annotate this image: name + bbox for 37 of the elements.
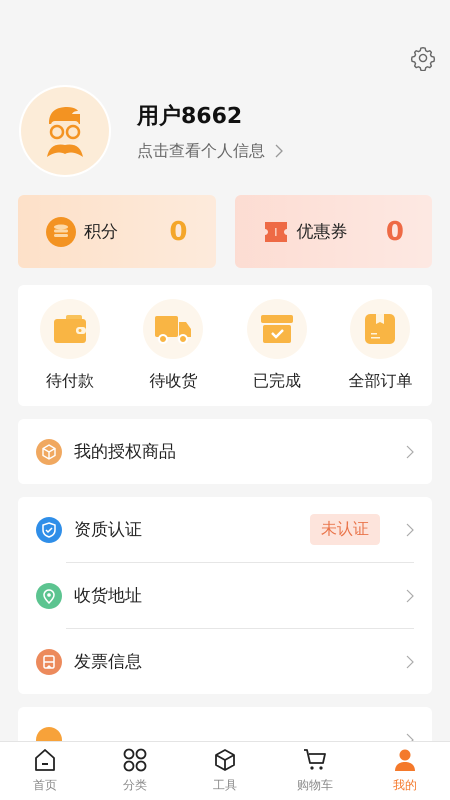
menu-item[interactable]: 资质认证 未认证	[36, 497, 414, 562]
order-status-button[interactable]: 待付款	[24, 299, 115, 392]
menu-item[interactable]: 我的授权商品	[36, 419, 414, 484]
stat-label: 优惠券	[296, 221, 348, 243]
chevron-right-icon	[406, 522, 414, 536]
chevron-right-icon	[275, 144, 283, 158]
grid-icon	[123, 748, 147, 772]
stat-value: 0	[386, 216, 404, 246]
cube-icon	[213, 748, 237, 772]
cart-icon	[303, 748, 327, 772]
order-status-button[interactable]: 待收货	[128, 299, 218, 392]
menu-item[interactable]: 发票信息	[36, 629, 414, 694]
person-icon	[393, 748, 417, 772]
chevron-right-icon	[406, 654, 414, 668]
menu-item[interactable]: 收货地址	[36, 563, 414, 628]
tab[interactable]: 工具	[180, 742, 270, 800]
truck-icon	[154, 313, 192, 345]
tab[interactable]: 首页	[0, 742, 90, 800]
chevron-right-icon	[406, 444, 414, 458]
stat-card[interactable]: 优惠券 0	[234, 195, 432, 268]
stat-value: 0	[169, 216, 188, 246]
chevron-right-icon	[406, 588, 414, 602]
tab[interactable]: 购物车	[270, 742, 360, 800]
status-badge: 未认证	[310, 514, 380, 545]
stat-card[interactable]: 积分 0	[18, 195, 216, 268]
stat-label: 积分	[84, 221, 119, 243]
tab[interactable]: 分类	[90, 742, 180, 800]
wallet-icon	[52, 313, 88, 345]
order-status-button[interactable]: 已完成	[232, 299, 322, 392]
user-name: 用户8662	[137, 102, 244, 130]
home-icon	[33, 748, 57, 772]
package-icon	[364, 313, 396, 345]
profile-link[interactable]: 点击查看个人信息	[137, 140, 283, 162]
settings-icon[interactable]	[410, 45, 436, 71]
coins-icon	[46, 216, 76, 246]
box-check-icon	[260, 313, 294, 345]
order-status-button[interactable]: 全部订单	[335, 299, 426, 392]
